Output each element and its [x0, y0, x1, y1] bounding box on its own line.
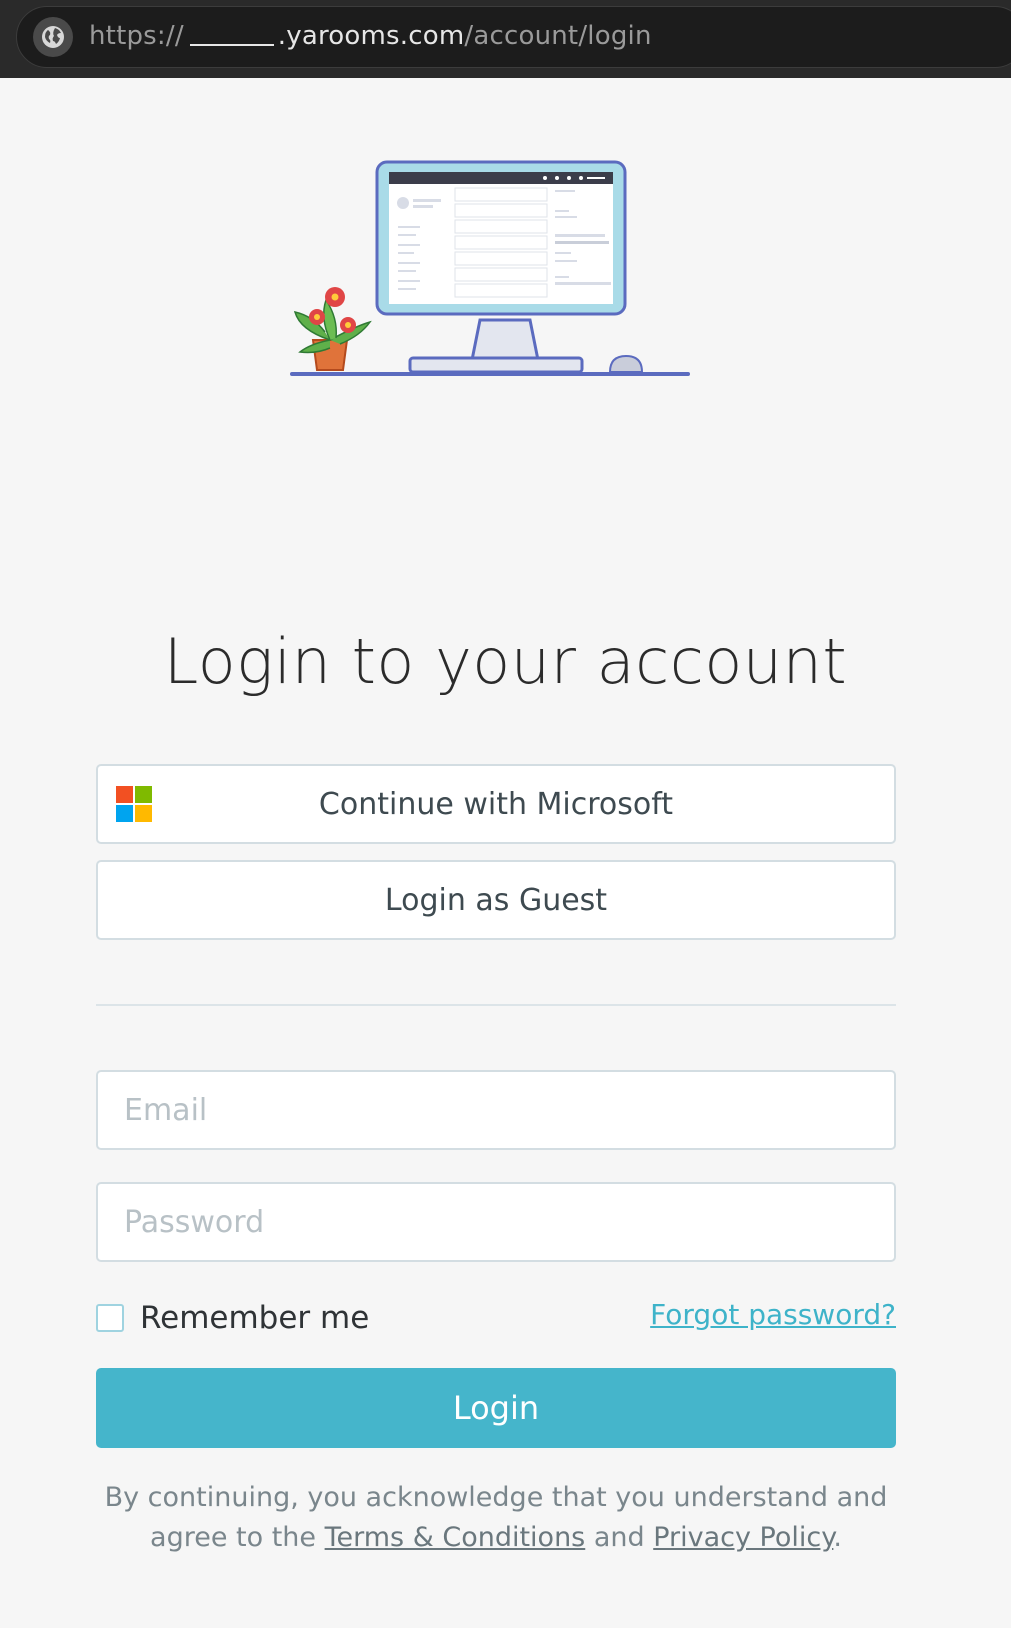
desktop-illustration [290, 160, 690, 376]
email-input[interactable] [96, 1070, 896, 1150]
login-as-guest-button[interactable]: Login as Guest [96, 860, 896, 940]
url-scheme: https:// [89, 21, 184, 51]
legal-suffix: . [833, 1522, 842, 1553]
page-title: Login to your account [163, 625, 848, 698]
browser-bar: https:// .yarooms.com/account/login [0, 0, 1011, 78]
remember-row: Remember me Forgot password? [96, 1298, 896, 1340]
password-input[interactable] [96, 1182, 896, 1262]
remember-me-checkbox[interactable] [96, 1304, 124, 1332]
guest-button-label: Login as Guest [384, 882, 608, 918]
forgot-password-link[interactable]: Forgot password? [650, 1298, 896, 1331]
redacted-subdomain [189, 26, 274, 46]
continue-with-microsoft-button[interactable]: Continue with Microsoft [96, 764, 896, 844]
url-path: /account/login [464, 21, 652, 51]
login-button[interactable]: Login [96, 1368, 896, 1448]
address-bar[interactable]: https:// .yarooms.com/account/login [16, 6, 1011, 68]
privacy-policy-link[interactable]: Privacy Policy [653, 1522, 833, 1553]
url-text: https:// .yarooms.com/account/login [89, 21, 652, 51]
terms-link[interactable]: Terms & Conditions [325, 1522, 586, 1553]
legal-notice: By continuing, you acknowledge that you … [96, 1478, 896, 1558]
globe-icon [33, 17, 73, 57]
microsoft-button-label: Continue with Microsoft [318, 786, 674, 822]
legal-and: and [585, 1522, 654, 1553]
url-host: .yarooms.com [277, 21, 465, 51]
microsoft-logo-icon [116, 786, 152, 822]
remember-me-label[interactable]: Remember me [140, 1300, 369, 1336]
divider [96, 1004, 896, 1006]
login-button-label: Login [452, 1389, 540, 1427]
